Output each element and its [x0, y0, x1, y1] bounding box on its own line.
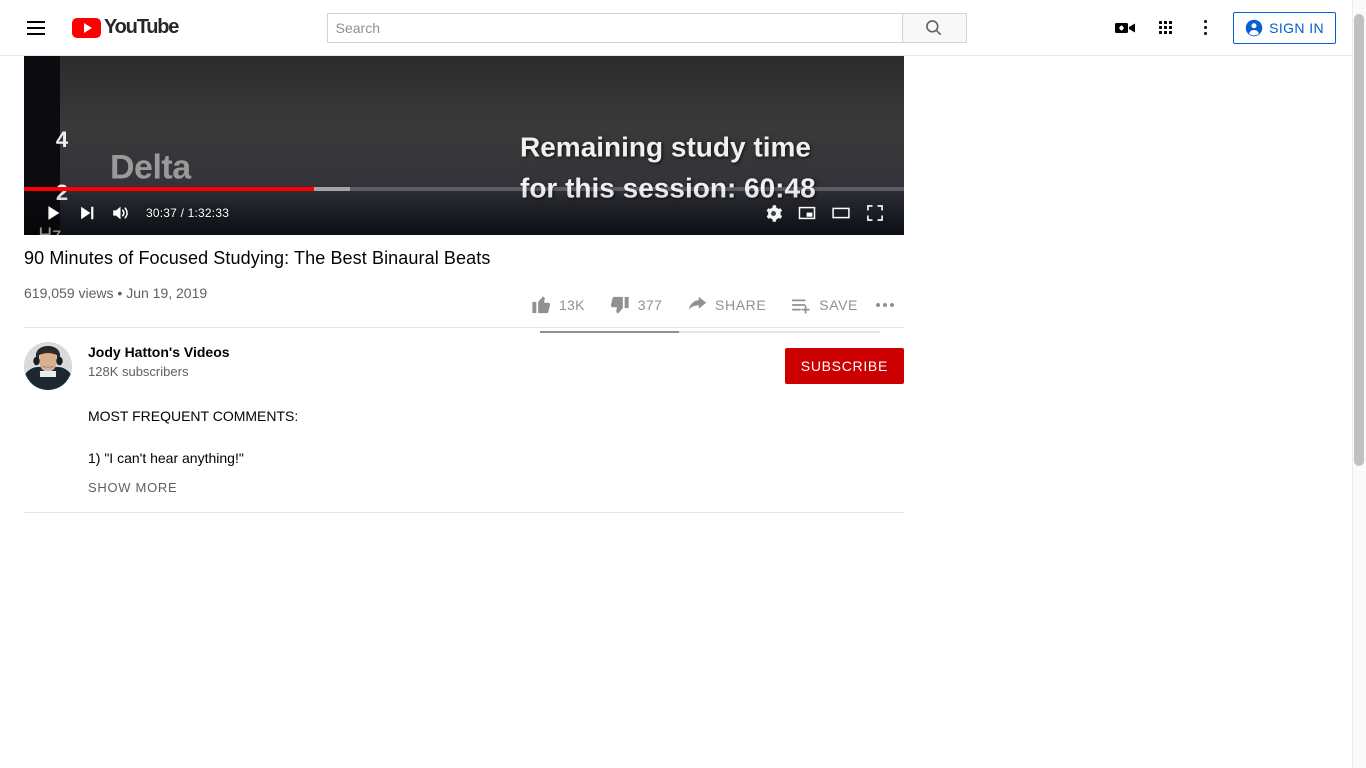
masthead-left: YouTube	[0, 8, 179, 48]
like-count: 13K	[558, 297, 585, 313]
divider-below-description	[24, 512, 904, 513]
theater-mode-icon	[832, 207, 850, 219]
view-count: 619,059 views	[24, 285, 114, 301]
create-video-button[interactable]	[1105, 8, 1145, 48]
sign-in-button[interactable]: SIGN IN	[1233, 11, 1336, 44]
channel-row: Jody Hatton's Videos 128K subscribers SU…	[24, 342, 904, 390]
kebab-menu-icon	[1203, 20, 1207, 35]
dislike-button[interactable]: 377	[601, 285, 670, 325]
show-more-button[interactable]: SHOW MORE	[88, 480, 177, 495]
channel-name[interactable]: Jody Hatton's Videos	[88, 344, 230, 360]
meta-separator: •	[117, 285, 123, 301]
meta-row: 619,059 views • Jun 19, 2019 13K 377 SHA…	[24, 285, 904, 333]
miniplayer-icon	[798, 206, 816, 220]
save-label: SAVE	[819, 297, 858, 313]
avatar[interactable]	[24, 342, 72, 390]
brainwave-band-label: Delta	[110, 148, 191, 187]
page-scrollbar-track[interactable]	[1352, 0, 1366, 768]
sign-in-label: SIGN IN	[1269, 19, 1324, 36]
fullscreen-icon	[867, 205, 883, 221]
like-button[interactable]: 13K	[522, 285, 593, 325]
video-actions: 13K 377 SHARE SAVE	[522, 285, 904, 325]
subscriber-count: 128K subscribers	[88, 364, 189, 379]
masthead: YouTube Search SIGN IN	[0, 0, 1352, 56]
video-camera-plus-icon	[1115, 22, 1136, 33]
y-axis-tick-4: 4	[55, 127, 69, 152]
search-button[interactable]	[901, 12, 967, 43]
subscribe-button[interactable]: SUBSCRIBE	[784, 348, 904, 384]
youtube-play-badge-icon	[72, 17, 101, 38]
page-title: 90 Minutes of Focused Studying: The Best…	[24, 248, 491, 268]
time-display: 30:37 / 1:32:33	[146, 206, 230, 220]
like-ratio-bar	[540, 331, 880, 333]
player-controls: 30:37 / 1:32:33	[24, 187, 904, 235]
description-line-1: MOST FREQUENT COMMENTS:	[88, 408, 299, 424]
more-menu-button[interactable]	[1185, 8, 1225, 48]
miniplayer-button[interactable]	[790, 196, 824, 230]
masthead-center	[178, 12, 1105, 43]
publish-date: Jun 19, 2019	[126, 285, 208, 301]
fullscreen-button[interactable]	[858, 196, 892, 230]
save-button[interactable]: SAVE	[782, 285, 866, 325]
play-button[interactable]	[36, 196, 70, 230]
divider-above-channel	[24, 327, 904, 328]
description-line-2: 1) "I can't hear anything!"	[88, 450, 244, 466]
youtube-logo-text: YouTube	[104, 16, 179, 38]
share-label: SHARE	[715, 297, 767, 313]
thumb-down-icon	[610, 296, 629, 314]
next-video-button[interactable]	[70, 196, 104, 230]
more-actions-button[interactable]	[866, 285, 904, 325]
apps-grid-icon	[1158, 21, 1172, 34]
video-meta: 90 Minutes of Focused Studying: The Best…	[24, 245, 904, 333]
video-player[interactable]: 4 2 Hz Delta Remaining study time for th…	[24, 56, 904, 235]
view-count-and-date: 619,059 views • Jun 19, 2019	[24, 285, 207, 301]
share-button[interactable]: SHARE	[678, 285, 774, 325]
progress-played	[24, 187, 315, 191]
account-circle-icon	[1245, 19, 1263, 36]
search-bar	[326, 12, 967, 43]
like-ratio-fill	[540, 331, 680, 333]
channel-avatar-icon	[24, 342, 72, 390]
page-scrollbar-thumb[interactable]	[1354, 14, 1364, 466]
masthead-right: SIGN IN	[1105, 8, 1352, 48]
volume-button[interactable]	[104, 196, 138, 230]
youtube-apps-button[interactable]	[1145, 8, 1185, 48]
control-row: 30:37 / 1:32:33	[24, 193, 904, 233]
video-description: MOST FREQUENT COMMENTS: 1) "I can't hear…	[88, 406, 904, 497]
hamburger-icon[interactable]	[16, 8, 56, 48]
volume-on-icon	[113, 206, 128, 220]
settings-button[interactable]	[756, 196, 790, 230]
search-input[interactable]	[326, 12, 902, 43]
thumb-up-icon	[532, 296, 551, 314]
theater-mode-button[interactable]	[824, 196, 858, 230]
next-track-icon	[81, 206, 94, 220]
play-icon	[48, 206, 60, 220]
channel-info: Jody Hatton's Videos 128K subscribers	[88, 342, 230, 379]
search-icon	[926, 19, 942, 35]
share-arrow-icon	[688, 296, 707, 310]
dislike-count: 377	[637, 297, 663, 313]
gear-icon	[766, 204, 782, 222]
progress-bar[interactable]	[24, 187, 904, 191]
save-playlist-icon	[792, 299, 810, 314]
youtube-logo[interactable]: YouTube	[72, 16, 179, 39]
